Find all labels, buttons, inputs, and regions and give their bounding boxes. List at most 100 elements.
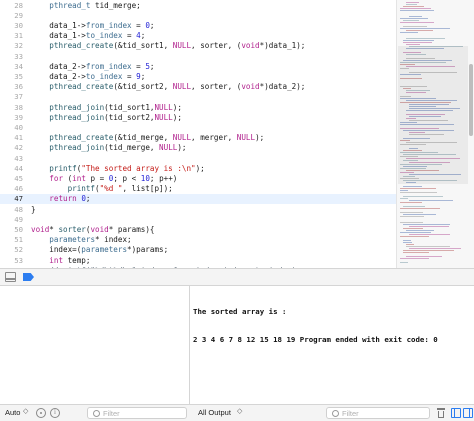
minimap[interactable]: [396, 0, 474, 268]
code-text[interactable]: pthread_create(&tid_sort2, NULL, sorter,…: [31, 82, 305, 92]
variables-scope-select[interactable]: Auto: [5, 408, 20, 420]
code-line[interactable]: 42 pthread_join(tid_merge, NULL);: [0, 143, 396, 153]
code-text[interactable]: printf("The sorted array is :\n");: [31, 164, 204, 174]
eye-icon[interactable]: [36, 408, 46, 418]
line-number[interactable]: 38: [0, 103, 23, 113]
scrollbar-thumb[interactable]: [469, 64, 473, 136]
code-text[interactable]: pthread_create(&tid_sort1, NULL, sorter,…: [31, 41, 305, 51]
code-text[interactable]: data_1->to_index = 4;: [31, 31, 145, 41]
line-number[interactable]: 50: [0, 225, 23, 235]
vertical-scrollbar[interactable]: [468, 0, 474, 268]
line-number[interactable]: 53: [0, 256, 23, 266]
line-number[interactable]: 37: [0, 92, 23, 102]
code-line[interactable]: 48}: [0, 205, 396, 215]
line-number[interactable]: 40: [0, 123, 23, 133]
code-line[interactable]: 44 printf("The sorted array is :\n");: [0, 164, 396, 174]
code-token: ;: [85, 194, 91, 204]
code-line[interactable]: 31 data_1->to_index = 4;: [0, 31, 396, 41]
code-line[interactable]: 41 pthread_create(&tid_merge, NULL, merg…: [0, 133, 396, 143]
code-line[interactable]: 35 data_2->to_index = 9;: [0, 72, 396, 82]
code-text[interactable]: pthread_t tid_merge;: [31, 1, 140, 11]
line-number[interactable]: 29: [0, 11, 23, 21]
code-token: pthread_join: [49, 102, 105, 112]
console-output-select[interactable]: All Output: [198, 408, 231, 420]
line-number[interactable]: 42: [0, 143, 23, 153]
code-text[interactable]: int temp;: [31, 256, 90, 266]
line-number[interactable]: 48: [0, 205, 23, 215]
minimap-line: [409, 234, 450, 235]
line-number[interactable]: 28: [0, 1, 23, 11]
code-line[interactable]: 45 for (int p = 0; p < 10; p++): [0, 174, 396, 184]
code-line[interactable]: 52 index=(parameters*)params;: [0, 245, 396, 255]
split-right-icon[interactable]: [463, 408, 473, 418]
code-line[interactable]: 50 void* sorter(void* params){: [0, 225, 396, 235]
line-number[interactable]: 49: [0, 215, 23, 225]
code-text[interactable]: parameters* index;: [31, 235, 131, 245]
line-number[interactable]: 45: [0, 174, 23, 184]
code-line[interactable]: 28 pthread_t tid_merge;: [0, 1, 396, 11]
code-text[interactable]: index=(parameters*)params;: [31, 245, 168, 255]
line-number[interactable]: 41: [0, 133, 23, 143]
minimap-line: [400, 262, 408, 263]
line-number[interactable]: 32: [0, 41, 23, 51]
code-text[interactable]: pthread_join(tid_merge, NULL);: [31, 143, 186, 153]
code-line[interactable]: 46 printf("%d ", list[p]);: [0, 184, 396, 194]
code-line[interactable]: 49: [0, 215, 396, 225]
line-number[interactable]: 43: [0, 154, 23, 164]
console-filter-input[interactable]: [342, 409, 412, 418]
minimap-viewport[interactable]: [398, 46, 468, 184]
breakpoint-toggle-icon[interactable]: [23, 273, 34, 281]
code-text[interactable]: return 0;: [31, 194, 90, 204]
trash-icon[interactable]: [437, 408, 445, 418]
console-view[interactable]: The sorted array is : 2 3 4 6 7 8 12 15 …: [190, 286, 474, 404]
line-number[interactable]: 39: [0, 113, 23, 123]
code-token: =: [131, 61, 146, 71]
line-number[interactable]: 35: [0, 72, 23, 82]
code-line[interactable]: 40: [0, 123, 396, 133]
line-number[interactable]: 34: [0, 62, 23, 72]
code-text[interactable]: void* sorter(void* params){: [31, 225, 154, 235]
line-number[interactable]: 51: [0, 235, 23, 245]
code-text[interactable]: for (int p = 0; p < 10; p++): [31, 174, 177, 184]
code-text[interactable]: }: [31, 205, 36, 215]
info-icon[interactable]: [50, 408, 60, 418]
line-number[interactable]: 52: [0, 245, 23, 255]
code-line[interactable]: 33: [0, 52, 396, 62]
code-line[interactable]: 30 data_1->from_index = 0;: [0, 21, 396, 31]
line-number[interactable]: 31: [0, 31, 23, 41]
chevron-updown-icon[interactable]: ◇: [237, 407, 242, 419]
code-text[interactable]: data_1->from_index = 0;: [31, 21, 154, 31]
line-number[interactable]: 33: [0, 52, 23, 62]
split-left-icon[interactable]: [451, 408, 461, 418]
code-editor[interactable]: 28 pthread_t tid_merge; 29 30 data_1->from…: [0, 0, 396, 268]
variables-filter[interactable]: [87, 407, 187, 419]
code-line[interactable]: 51 parameters* index;: [0, 235, 396, 245]
code-line[interactable]: 47 return 0;: [0, 194, 396, 205]
code-text[interactable]: printf("%d ", list[p]);: [31, 184, 173, 194]
variables-filter-input[interactable]: [103, 409, 173, 418]
line-number[interactable]: 44: [0, 164, 23, 174]
code-line[interactable]: 29: [0, 11, 396, 21]
code-line[interactable]: 36 pthread_create(&tid_sort2, NULL, sort…: [0, 82, 396, 92]
code-line[interactable]: 43: [0, 154, 396, 164]
code-line[interactable]: 39 pthread_join(tid_sort2,NULL);: [0, 113, 396, 123]
line-number[interactable]: 36: [0, 82, 23, 92]
code-line[interactable]: 53 int temp;: [0, 256, 396, 266]
code-token: =: [122, 71, 137, 81]
code-line[interactable]: 38 pthread_join(tid_sort1,NULL);: [0, 103, 396, 113]
chevron-updown-icon[interactable]: ◇: [23, 407, 28, 419]
minimap-line: [400, 190, 408, 191]
code-line[interactable]: 34 data_2->from_index = 5;: [0, 62, 396, 72]
code-text[interactable]: pthread_join(tid_sort1,NULL);: [31, 103, 182, 113]
code-line[interactable]: 32 pthread_create(&tid_sort1, NULL, sort…: [0, 41, 396, 51]
hide-debug-area-icon[interactable]: [5, 272, 16, 282]
code-text[interactable]: pthread_join(tid_sort2,NULL);: [31, 113, 182, 123]
code-text[interactable]: data_2->to_index = 9;: [31, 72, 145, 82]
code-text[interactable]: pthread_create(&tid_merge, NULL, merger,…: [31, 133, 264, 143]
line-number[interactable]: 30: [0, 21, 23, 31]
code-text[interactable]: data_2->from_index = 5;: [31, 62, 154, 72]
code-line[interactable]: 37: [0, 92, 396, 102]
console-filter[interactable]: [326, 407, 430, 419]
line-number[interactable]: 47: [0, 194, 23, 204]
line-number[interactable]: 46: [0, 184, 23, 194]
